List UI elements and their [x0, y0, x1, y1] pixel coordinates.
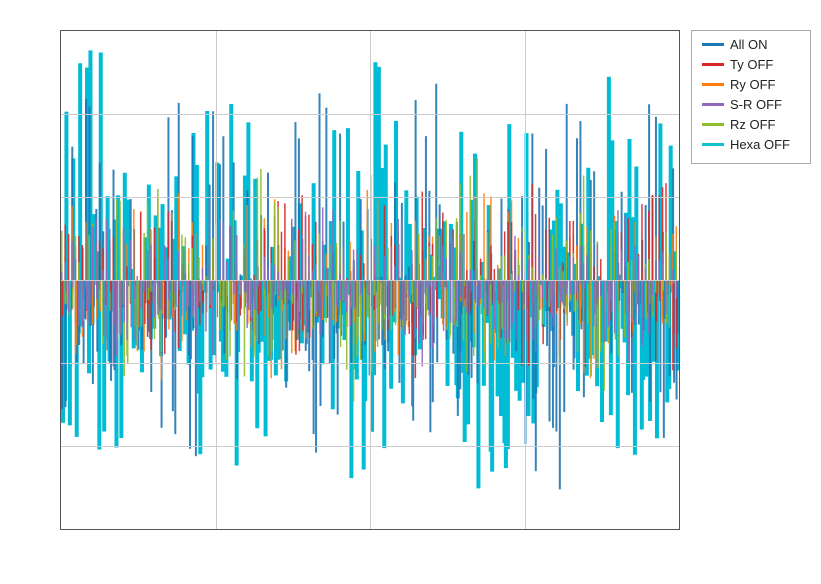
legend-label: Ry OFF [730, 77, 776, 92]
chart-plot-area: /* bars generated programmatically below… [60, 30, 680, 530]
legend-label: S-R OFF [730, 97, 782, 112]
legend: All ON Ty OFF Ry OFF S-R OFF Rz OFF Hexa OFF [691, 30, 811, 164]
grid-line-v3 [525, 31, 526, 529]
legend-item: Hexa OFF [702, 137, 800, 152]
legend-label: Ty OFF [730, 57, 773, 72]
legend-color-swatch [702, 63, 724, 66]
legend-item: Ry OFF [702, 77, 800, 92]
legend-label: Rz OFF [730, 117, 776, 132]
legend-item: All ON [702, 37, 800, 52]
legend-color-swatch [702, 43, 724, 46]
chart-inner: /* bars generated programmatically below… [61, 31, 679, 529]
legend-item: Ty OFF [702, 57, 800, 72]
legend-color-swatch [702, 143, 724, 146]
legend-color-swatch [702, 103, 724, 106]
legend-color-swatch [702, 123, 724, 126]
grid-line-v2 [370, 31, 371, 529]
legend-color-swatch [702, 83, 724, 86]
grid-line-v1 [216, 31, 217, 529]
legend-label: All ON [730, 37, 768, 52]
chart-container: /* bars generated programmatically below… [0, 0, 821, 584]
legend-label: Hexa OFF [730, 137, 790, 152]
legend-item: Rz OFF [702, 117, 800, 132]
legend-item: S-R OFF [702, 97, 800, 112]
